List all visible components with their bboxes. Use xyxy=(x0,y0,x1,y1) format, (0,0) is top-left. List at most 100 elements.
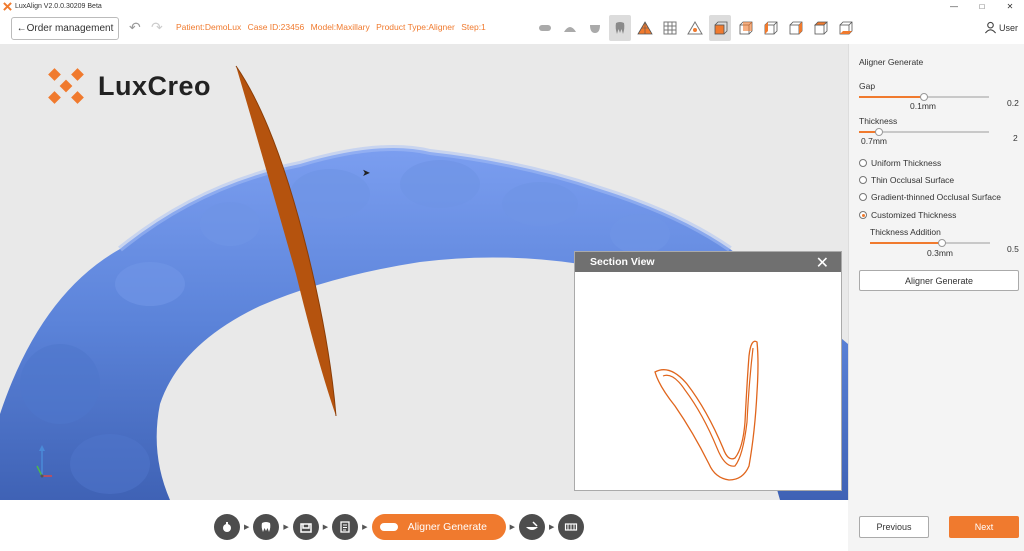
option-label: Gradient-thinned Occlusal Surface xyxy=(871,192,1001,202)
section-view-canvas xyxy=(575,272,841,490)
app-logo-icon xyxy=(3,2,12,11)
title-bar: LuxAlign V2.0.0.30209 Beta — □ ✕ xyxy=(0,0,1024,13)
export-icon xyxy=(565,523,578,531)
option-gradient-thinned[interactable]: Gradient-thinned Occlusal Surface xyxy=(859,192,1001,202)
top-toolbar: ←Order management ↶ ↷ Patient:DemoLux Ca… xyxy=(0,13,1024,44)
aligner-icon xyxy=(379,523,398,531)
user-menu[interactable]: User xyxy=(984,21,1018,34)
import-model-icon xyxy=(223,522,231,532)
axis-gizmo-icon xyxy=(36,445,52,478)
base-icon xyxy=(300,523,312,533)
section-view-title: Section View xyxy=(590,256,655,268)
maximize-button[interactable]: □ xyxy=(968,0,996,13)
step-arrow-icon: ▶ xyxy=(509,524,515,531)
step-arrow-icon: ▶ xyxy=(548,524,555,531)
3d-viewport[interactable]: LuxCreo ➤ Section View ✕ xyxy=(0,44,848,500)
thickness-max: 2 xyxy=(1013,133,1018,143)
left-view-icon[interactable] xyxy=(759,15,781,41)
case-info: Patient:DemoLux Case ID:23456 Model:Maxi… xyxy=(176,22,490,32)
option-customized-thickness[interactable]: Customized Thickness xyxy=(859,210,956,220)
workflow-steps: ▶ ▶ ▶ ▶ Aligner Generate ▶ ▶ xyxy=(214,514,585,540)
thickness-addition-thumb[interactable] xyxy=(938,239,946,247)
tooth-cross-section xyxy=(654,340,759,481)
front-view-icon[interactable] xyxy=(709,15,731,41)
section-view-header[interactable]: Section View ✕ xyxy=(575,252,841,272)
right-view-icon[interactable] xyxy=(784,15,806,41)
step-export[interactable] xyxy=(558,514,585,540)
step-arrow-icon: ▶ xyxy=(362,524,368,531)
model-info: Model:Maxillary xyxy=(310,22,370,32)
close-section-view-icon[interactable]: ✕ xyxy=(816,253,829,273)
thickness-slider-thumb[interactable] xyxy=(874,128,883,136)
step-info: Step:1 xyxy=(461,22,486,32)
step-aligner-generate[interactable]: Aligner Generate xyxy=(371,514,506,540)
option-thin-occlusal[interactable]: Thin Occlusal Surface xyxy=(859,175,954,185)
label-icon xyxy=(340,521,350,533)
tooth-icon xyxy=(262,522,271,532)
gap-slider-fill xyxy=(859,96,924,98)
aligner-generate-button[interactable]: Aligner Generate xyxy=(859,270,1019,291)
thickness-label: Thickness xyxy=(859,116,898,126)
order-management-button[interactable]: ←Order management xyxy=(11,17,119,40)
panel-title: Aligner Generate xyxy=(859,57,924,67)
undo-icon[interactable]: ↶ xyxy=(129,19,141,36)
luxcreo-logo-icon xyxy=(48,68,84,104)
step-arrow-icon: ▶ xyxy=(322,524,329,531)
top-view-icon[interactable] xyxy=(809,15,831,41)
gap-slider-thumb[interactable] xyxy=(920,93,928,101)
view-toolbar xyxy=(534,15,859,41)
thickness-addition-max: 0.5 xyxy=(1007,244,1019,254)
thickness-addition-fill xyxy=(870,242,942,244)
mouse-cursor-icon: ➤ xyxy=(362,168,371,179)
redo-icon[interactable]: ↷ xyxy=(151,19,163,36)
patient-info: Patient:DemoLux xyxy=(176,22,242,32)
minimize-button[interactable]: — xyxy=(940,0,968,13)
step-arrow-icon: ▶ xyxy=(244,524,250,531)
workflow-bar: ▶ ▶ ▶ ▶ Aligner Generate ▶ ▶ xyxy=(0,500,848,551)
active-step-label: Aligner Generate xyxy=(407,521,487,533)
option-uniform-thickness[interactable]: Uniform Thickness xyxy=(859,158,941,168)
previous-button[interactable]: Previous xyxy=(859,516,929,538)
section-view-window: Section View ✕ xyxy=(574,251,842,491)
window-title: LuxAlign V2.0.0.30209 Beta xyxy=(15,3,102,10)
step-label[interactable] xyxy=(332,514,359,540)
user-label: User xyxy=(998,22,1018,33)
radio-customized-thickness[interactable] xyxy=(859,211,867,219)
occlusal-view-icon[interactable] xyxy=(584,15,606,41)
step-trimming[interactable] xyxy=(518,514,545,540)
radio-thin-occlusal[interactable] xyxy=(859,176,867,184)
thickness-addition-slider[interactable] xyxy=(870,238,990,248)
thickness-addition-label: Thickness Addition xyxy=(870,227,941,237)
radio-gradient-thinned[interactable] xyxy=(859,193,867,201)
brand-logo: LuxCreo xyxy=(48,68,211,104)
arch-view-icon[interactable] xyxy=(559,15,581,41)
gap-max: 0.2 xyxy=(1007,98,1019,108)
option-label: Thin Occlusal Surface xyxy=(871,175,955,185)
mesh-triangle-icon[interactable] xyxy=(634,15,656,41)
option-label: Uniform Thickness xyxy=(871,158,942,168)
product-type-info: Product Type:Aligner xyxy=(376,22,455,32)
bottom-view-icon[interactable] xyxy=(834,15,856,41)
gap-label: Gap xyxy=(859,81,876,91)
step-import[interactable] xyxy=(214,514,240,540)
tooth-view-icon[interactable] xyxy=(609,15,631,41)
close-window-button[interactable]: ✕ xyxy=(996,0,1024,13)
radio-uniform-thickness[interactable] xyxy=(859,159,867,167)
trimming-icon xyxy=(525,521,538,530)
thickness-addition-value: 0.3mm xyxy=(927,248,953,258)
user-icon xyxy=(984,21,997,34)
grid-icon[interactable] xyxy=(659,15,681,41)
thickness-value: 0.7mm xyxy=(861,136,887,146)
next-button[interactable]: Next xyxy=(949,516,1019,538)
gap-value: 0.1mm xyxy=(910,101,936,111)
navigation-buttons: Previous Next xyxy=(848,500,1024,551)
gum-view-icon[interactable] xyxy=(534,15,556,41)
aligner-generate-panel: Aligner Generate Gap 0.1mm 0.2 Thickness… xyxy=(848,44,1024,551)
option-label: Customized Thickness xyxy=(871,210,957,220)
case-id-info: Case ID:23456 xyxy=(247,22,305,32)
step-tooth-segmentation[interactable] xyxy=(253,514,280,540)
brand-name: LuxCreo xyxy=(98,70,212,101)
axis-icon[interactable] xyxy=(684,15,706,41)
step-base[interactable] xyxy=(292,514,319,540)
back-view-icon[interactable] xyxy=(734,15,756,41)
